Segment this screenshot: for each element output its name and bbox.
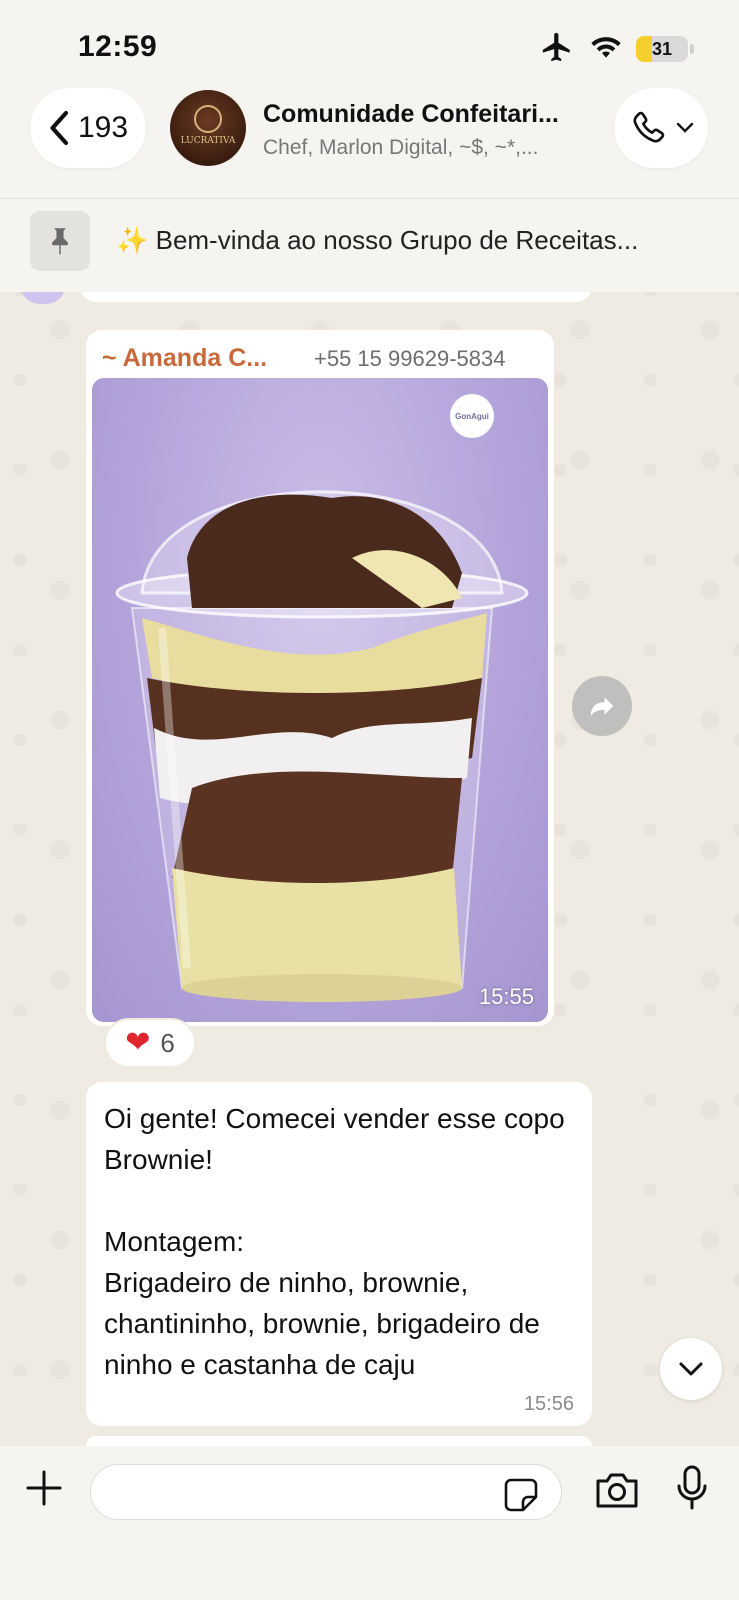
- reaction-count: 6: [160, 1027, 175, 1058]
- heart-reaction-icon: ❤: [125, 1026, 151, 1059]
- status-bar: 12:59 31: [0, 0, 739, 80]
- chevron-down-icon: [679, 1362, 703, 1376]
- next-message-bubble[interactable]: [86, 1436, 592, 1446]
- battery-level: 31: [651, 39, 673, 59]
- chat-participants[interactable]: Chef, Marlon Digital, ~$, ~*,...: [263, 136, 593, 160]
- camera-icon[interactable]: [594, 1470, 640, 1510]
- plus-icon[interactable]: [24, 1468, 64, 1508]
- dessert-cup-illustration: [115, 490, 529, 1002]
- chevron-down-icon: [676, 122, 694, 133]
- battery-indicator: 31: [636, 36, 688, 62]
- battery-tip: [690, 44, 694, 54]
- image-message-bubble[interactable]: ~ Amanda C... +55 15 99629-5834 GonAgui …: [86, 330, 554, 1026]
- sender-phone[interactable]: +55 15 99629-5834: [314, 346, 505, 372]
- text-message-bubble[interactable]: Oi gente! Comecei vender esse copo Brown…: [86, 1082, 592, 1426]
- sticker-icon[interactable]: [503, 1477, 539, 1513]
- group-avatar[interactable]: LUCRATIVA: [170, 90, 246, 166]
- chevron-left-icon: [50, 110, 69, 146]
- chat-title[interactable]: Comunidade Confeitari...: [263, 100, 593, 129]
- sender-line: ~ Amanda C... +55 15 99629-5834: [102, 344, 542, 374]
- wifi-icon: [591, 37, 621, 58]
- image-message-time: 15:55: [478, 984, 534, 1009]
- avatar-label: LUCRATIVA: [180, 135, 236, 146]
- scroll-to-bottom-button[interactable]: [660, 1338, 722, 1400]
- forward-button[interactable]: [572, 676, 632, 736]
- back-button[interactable]: 193: [30, 88, 146, 168]
- composer-bar: [0, 1446, 739, 1600]
- unread-count: 193: [77, 111, 129, 144]
- message-input[interactable]: [111, 1465, 491, 1519]
- forward-arrow-icon: [590, 697, 614, 716]
- phone-icon: [633, 111, 665, 143]
- pin-icon-box: [30, 211, 90, 271]
- pinned-message-text: ✨ Bem-vinda ao nosso Grupo de Receitas..…: [116, 225, 639, 255]
- text-message-time: 15:56: [523, 1393, 574, 1415]
- pin-icon: [52, 228, 68, 256]
- reaction-badge[interactable]: ❤ 6: [104, 1018, 196, 1068]
- message-input-box[interactable]: [90, 1464, 562, 1520]
- header: 12:59 31 193 LUCRATIVA Comunidade Confei…: [0, 0, 739, 292]
- call-button[interactable]: [614, 88, 708, 168]
- photo-watermark-logo: GonAgui: [450, 394, 494, 438]
- brownie-cup-photo[interactable]: GonAgui 15:55: [92, 378, 548, 1022]
- status-time: 12:59: [78, 30, 158, 63]
- avatar-crest-icon: [194, 104, 222, 133]
- sender-name[interactable]: ~ Amanda C...: [102, 344, 267, 373]
- pinned-message-bar[interactable]: ✨ Bem-vinda ao nosso Grupo de Receitas..…: [0, 198, 739, 292]
- microphone-icon[interactable]: [676, 1464, 708, 1512]
- message-text: Oi gente! Comecei vender esse copo Brown…: [104, 1103, 565, 1380]
- airplane-mode-icon: [542, 32, 570, 62]
